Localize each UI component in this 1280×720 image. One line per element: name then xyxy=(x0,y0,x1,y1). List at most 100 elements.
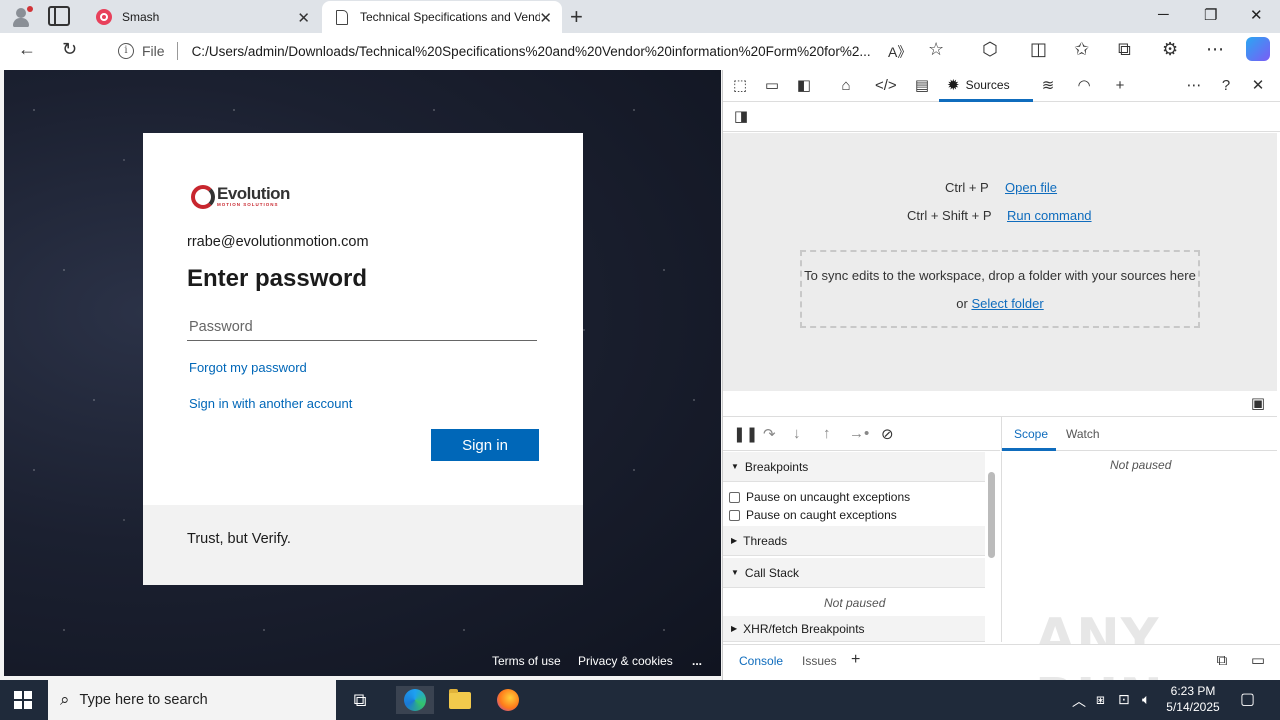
settings-more-icon[interactable]: ⋯ xyxy=(1206,39,1224,60)
dock-side-icon[interactable]: ◧ xyxy=(795,77,813,95)
step-into-icon[interactable]: ↓ xyxy=(793,425,801,442)
add-drawer-tab-icon[interactable]: + xyxy=(851,651,860,669)
system-clock[interactable]: 6:23 PM 5/14/2025 xyxy=(1160,683,1226,715)
favorite-star-icon[interactable]: ☆ xyxy=(928,39,944,60)
show-navigator-icon[interactable]: ◨ xyxy=(732,108,750,126)
more-options-icon[interactable]: ... xyxy=(692,654,702,668)
step-out-icon[interactable]: ↑ xyxy=(823,425,831,442)
more-tools-icon[interactable]: + xyxy=(1111,77,1129,95)
pause-uncaught-checkbox[interactable]: Pause on uncaught exceptions xyxy=(729,490,910,504)
expanded-triangle-icon: ▼ xyxy=(731,462,739,471)
close-devtools-icon[interactable]: ✕ xyxy=(1249,77,1267,95)
toggle-drawer-icon[interactable]: ▣ xyxy=(1249,395,1267,413)
refresh-icon[interactable]: ↻ xyxy=(62,39,77,60)
split-screen-icon[interactable]: ◫ xyxy=(1030,39,1047,60)
tab-title: Smash xyxy=(122,10,160,24)
footer-text: Trust, but Verify. xyxy=(187,531,291,547)
panel-divider[interactable]: ▣ xyxy=(723,391,1277,417)
file-label: File xyxy=(142,43,165,59)
document-icon xyxy=(336,9,348,25)
taskbar-search[interactable]: ⌕ Type here to search xyxy=(48,680,336,720)
console-icon[interactable]: ▤ xyxy=(913,77,931,95)
home-icon[interactable]: ⌂ xyxy=(837,77,855,95)
restore-button[interactable]: ❐ xyxy=(1204,6,1217,24)
close-tab-icon[interactable]: ✕ xyxy=(297,9,310,27)
tab-issues[interactable]: Issues xyxy=(802,654,837,668)
network-icon[interactable]: ⊡ xyxy=(1118,691,1130,708)
show-hidden-icons-icon[interactable]: ︿ xyxy=(1072,691,1086,711)
new-tab-button[interactable]: + xyxy=(570,4,583,30)
deactivate-breakpoints-icon[interactable]: ⊘ xyxy=(881,425,894,443)
read-aloud-icon[interactable]: A》 xyxy=(888,42,911,62)
extensions-icon[interactable]: ⬡ xyxy=(982,39,998,60)
scope-tabs: Scope Watch xyxy=(1001,417,1277,451)
tab-actions-icon[interactable] xyxy=(48,6,70,26)
profile-icon[interactable] xyxy=(10,5,34,29)
pause-caught-checkbox[interactable]: Pause on caught exceptions xyxy=(729,508,897,522)
collapsed-triangle-icon: ▶ xyxy=(731,536,738,545)
info-icon[interactable]: i xyxy=(118,43,134,59)
privacy-link[interactable]: Privacy & cookies xyxy=(578,654,673,668)
back-arrow-icon[interactable]: ← xyxy=(18,39,36,60)
url-text[interactable]: C:/Users/admin/Downloads/Technical%20Spe… xyxy=(192,44,882,59)
tab-watch[interactable]: Watch xyxy=(1066,427,1100,441)
smash-favicon-icon xyxy=(96,9,112,25)
debugger-toolbar: ❚❚ ↷ ↓ ↑ →• ⊘ xyxy=(723,417,1000,451)
pause-icon[interactable]: ❚❚ xyxy=(733,425,758,443)
evolution-logo-icon xyxy=(191,185,215,209)
step-icon[interactable]: →• xyxy=(849,425,869,442)
devtools-menu-icon[interactable]: ⋯ xyxy=(1185,77,1203,95)
workspace-drop-zone[interactable]: To sync edits to the workspace, drop a f… xyxy=(800,250,1200,328)
volume-icon[interactable]: 🔈︎ xyxy=(1142,691,1150,708)
shortcut-keys: Ctrl + P xyxy=(945,180,989,195)
terms-link[interactable]: Terms of use xyxy=(492,654,561,668)
company-logo: Evolution MOTION SOLUTIONS xyxy=(191,183,290,211)
open-file-link[interactable]: Open file xyxy=(1005,180,1057,195)
step-over-icon[interactable]: ↷ xyxy=(763,425,776,443)
run-command-link[interactable]: Run command xyxy=(1007,208,1092,223)
scope-status: Not paused xyxy=(1110,458,1172,472)
favorites-icon[interactable]: ✩ xyxy=(1074,39,1089,60)
call-stack-section[interactable]: ▼ Call Stack xyxy=(723,558,985,588)
close-tab-icon[interactable]: ✕ xyxy=(539,9,552,27)
collections-icon[interactable]: ⧉ xyxy=(1118,39,1131,60)
network-icon[interactable]: ≋ xyxy=(1039,77,1057,95)
undock-drawer-icon[interactable]: ⧉ xyxy=(1213,652,1231,670)
firefox-icon[interactable] xyxy=(494,686,522,714)
tab-smash[interactable]: Smash ✕ xyxy=(84,1,320,33)
close-window-button[interactable]: ✕ xyxy=(1250,6,1263,24)
breakpoints-section[interactable]: ▼ Breakpoints xyxy=(723,452,985,482)
password-field[interactable] xyxy=(187,313,537,341)
tab-technical-specifications[interactable]: Technical Specifications and Vendor ✕ xyxy=(322,1,562,33)
sources-editor-area: Ctrl + P Open file Ctrl + Shift + P Run … xyxy=(723,133,1277,391)
address-bar[interactable]: i File C:/Users/admin/Downloads/Technica… xyxy=(102,36,962,66)
device-emulation-icon[interactable]: ▭ xyxy=(763,77,781,95)
inspect-icon[interactable]: ⬚ xyxy=(731,77,749,95)
windows-start-icon[interactable] xyxy=(14,691,32,709)
sidebar-scrollbar[interactable] xyxy=(987,458,996,638)
forgot-password-link[interactable]: Forgot my password xyxy=(189,360,307,375)
copilot-icon[interactable] xyxy=(1246,37,1270,61)
edge-taskbar-icon[interactable] xyxy=(396,686,434,714)
task-view-icon[interactable]: ⧉ xyxy=(346,686,374,714)
select-folder-link[interactable]: Select folder xyxy=(971,296,1043,311)
card-footer: Trust, but Verify. xyxy=(143,505,583,585)
device-icon[interactable]: ⧆ xyxy=(1096,691,1105,708)
performance-icon[interactable]: ⚙ xyxy=(1162,39,1178,60)
sign-in-button[interactable]: Sign in xyxy=(431,429,539,461)
threads-section[interactable]: ▶ Threads xyxy=(723,526,985,556)
xhr-breakpoints-section[interactable]: ▶ XHR/fetch Breakpoints xyxy=(723,616,985,642)
tab-console[interactable]: Console xyxy=(739,654,783,668)
performance-icon[interactable]: ◠ xyxy=(1075,77,1093,95)
login-card: Evolution MOTION SOLUTIONS rrabe@evoluti… xyxy=(143,133,583,585)
tab-sources[interactable]: ✹ Sources xyxy=(939,70,1033,102)
close-drawer-icon[interactable]: ▭ xyxy=(1249,652,1267,670)
notifications-icon[interactable]: ▢ xyxy=(1240,689,1255,709)
browser-tab-bar: Smash ✕ Technical Specifications and Ven… xyxy=(0,0,1280,33)
file-explorer-icon[interactable] xyxy=(446,686,474,714)
other-account-link[interactable]: Sign in with another account xyxy=(189,396,352,411)
help-icon[interactable]: ? xyxy=(1217,77,1235,95)
elements-icon[interactable]: </> xyxy=(875,77,897,95)
minimize-button[interactable]: ─ xyxy=(1158,6,1169,23)
tab-scope[interactable]: Scope xyxy=(1014,427,1048,441)
